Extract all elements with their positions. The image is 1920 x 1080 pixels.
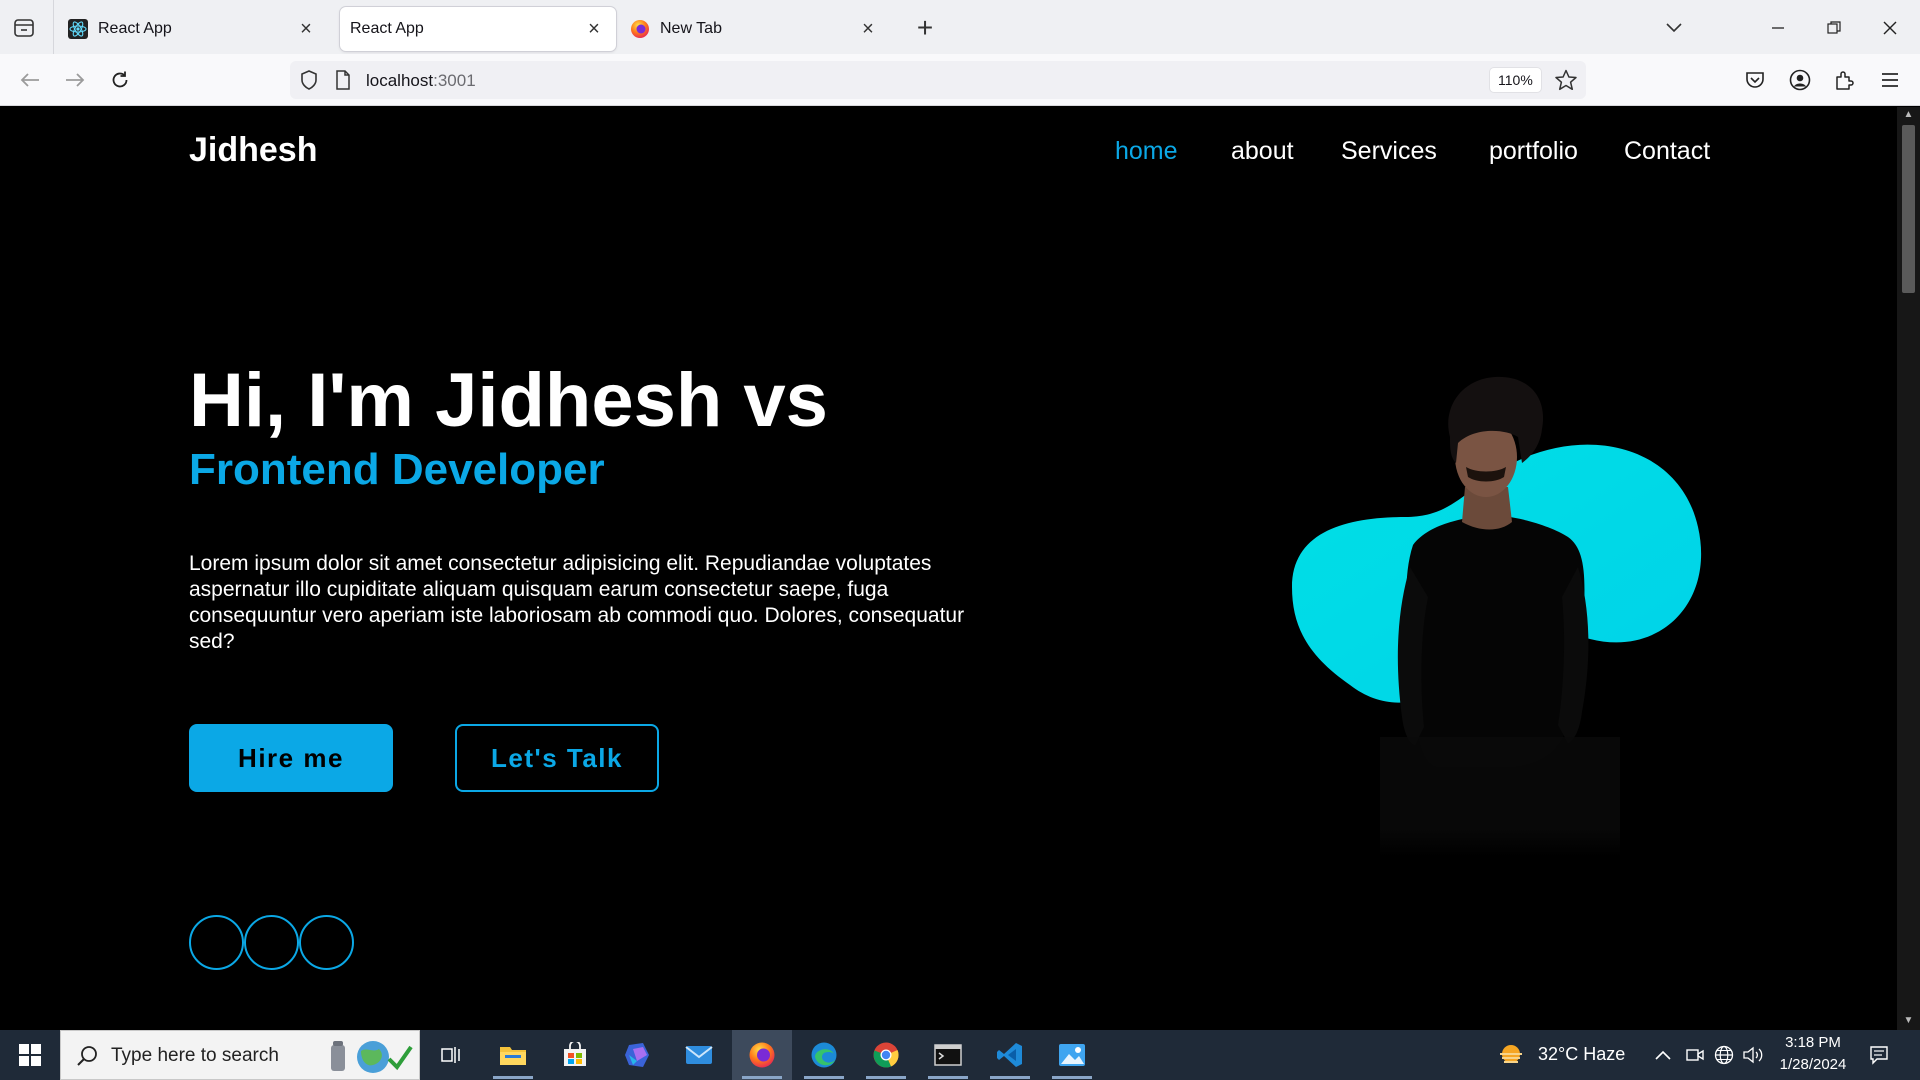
nav-about[interactable]: about <box>1231 137 1294 166</box>
minimize-icon[interactable] <box>1762 12 1794 44</box>
lets-talk-button[interactable]: Let's Talk <box>455 724 659 792</box>
search-highlight-icon <box>331 1041 413 1073</box>
forward-icon[interactable] <box>59 64 91 96</box>
windows-start-icon[interactable] <box>0 1030 60 1080</box>
close-tab-icon[interactable]: × <box>294 17 318 41</box>
list-all-tabs-icon[interactable] <box>1658 12 1690 44</box>
tab-new-tab[interactable]: New Tab × <box>620 7 890 51</box>
show-hidden-icons-icon[interactable] <box>1652 1044 1674 1066</box>
microsoft-store-icon[interactable] <box>545 1030 605 1080</box>
social-link-2[interactable] <box>244 915 299 970</box>
shield-icon[interactable] <box>298 69 320 91</box>
reload-icon[interactable] <box>104 64 136 96</box>
scroll-up-icon[interactable]: ▲ <box>1902 109 1915 121</box>
edge-icon[interactable] <box>794 1030 854 1080</box>
url-host: localhost <box>366 71 434 90</box>
back-icon[interactable] <box>14 64 46 96</box>
tab-label: React App <box>350 20 424 37</box>
tab-separator <box>53 0 54 54</box>
firefox-icon <box>630 19 650 39</box>
restore-icon[interactable] <box>1818 12 1850 44</box>
zoom-level-badge[interactable]: 110% <box>1490 68 1541 92</box>
copilot-icon[interactable] <box>607 1030 667 1080</box>
close-tab-icon[interactable]: × <box>856 17 880 41</box>
search-placeholder: Type here to search <box>111 1045 279 1066</box>
bookmark-star-icon[interactable] <box>1555 69 1577 91</box>
nav-contact[interactable]: Contact <box>1624 137 1710 166</box>
nav-home[interactable]: home <box>1115 137 1178 166</box>
close-tab-icon[interactable]: × <box>582 17 606 41</box>
url-bar[interactable]: localhost:3001 110% <box>290 61 1586 99</box>
tab-react-app-1[interactable]: React App × <box>58 7 328 51</box>
url-text[interactable]: localhost:3001 <box>366 71 476 91</box>
site-logo[interactable]: Jidhesh <box>189 131 317 170</box>
windows-taskbar: Type here to search 32°C Haze 3:18 PM 1/… <box>0 1030 1920 1080</box>
page-scrollbar[interactable]: ▲ ▼ <box>1897 107 1920 1030</box>
search-icon <box>75 1044 99 1068</box>
hero-title: Hi, I'm Jidhesh vs <box>189 358 828 443</box>
page-info-icon[interactable] <box>332 69 354 91</box>
menu-icon[interactable] <box>1874 64 1906 96</box>
taskbar-search-box[interactable]: Type here to search <box>60 1030 420 1080</box>
clock-time[interactable]: 3:18 PM <box>1778 1034 1848 1051</box>
chrome-icon[interactable] <box>856 1030 916 1080</box>
account-icon[interactable] <box>1784 64 1816 96</box>
weather-text[interactable]: 32°C Haze <box>1538 1044 1625 1065</box>
tab-label: New Tab <box>660 20 722 37</box>
clock-date[interactable]: 1/28/2024 <box>1772 1056 1854 1073</box>
page-content: Jidhesh home about Services portfolio Co… <box>0 107 1897 1030</box>
close-window-icon[interactable] <box>1874 12 1906 44</box>
react-icon <box>68 19 88 39</box>
scroll-thumb[interactable] <box>1902 125 1915 293</box>
mail-icon[interactable] <box>669 1030 729 1080</box>
notifications-icon[interactable] <box>1868 1044 1890 1066</box>
task-view-icon[interactable] <box>420 1030 480 1080</box>
file-explorer-icon[interactable] <box>483 1030 543 1080</box>
browser-nav-bar: localhost:3001 110% <box>0 54 1920 106</box>
new-tab-icon[interactable]: + <box>910 12 940 43</box>
social-link-1[interactable] <box>189 915 244 970</box>
scroll-down-icon[interactable]: ▼ <box>1902 1015 1915 1027</box>
extensions-icon[interactable] <box>1829 64 1861 96</box>
hero-description: Lorem ipsum dolor sit amet consectetur a… <box>189 552 965 653</box>
tab-list-icon[interactable] <box>10 14 38 42</box>
vscode-icon[interactable] <box>980 1030 1040 1080</box>
hero-portrait-image <box>1292 376 1702 857</box>
social-link-3[interactable] <box>299 915 354 970</box>
pocket-icon[interactable] <box>1739 64 1771 96</box>
meet-now-icon[interactable] <box>1684 1044 1706 1066</box>
network-globe-icon[interactable] <box>1713 1044 1735 1066</box>
hero-subtitle: Frontend Developer <box>189 445 605 494</box>
volume-icon[interactable] <box>1743 1044 1765 1066</box>
terminal-icon[interactable] <box>918 1030 978 1080</box>
browser-tab-bar: React App × React App × New Tab × + <box>0 0 1920 54</box>
tab-label: React App <box>98 20 172 37</box>
nav-services[interactable]: Services <box>1341 137 1437 166</box>
firefox-taskbar-icon[interactable] <box>732 1030 792 1080</box>
nav-portfolio[interactable]: portfolio <box>1489 137 1578 166</box>
url-port: :3001 <box>433 71 476 90</box>
tab-react-app-2[interactable]: React App × <box>340 7 616 51</box>
photos-icon[interactable] <box>1042 1030 1102 1080</box>
weather-haze-icon[interactable] <box>1496 1042 1526 1068</box>
hire-me-button[interactable]: Hire me <box>189 724 393 792</box>
